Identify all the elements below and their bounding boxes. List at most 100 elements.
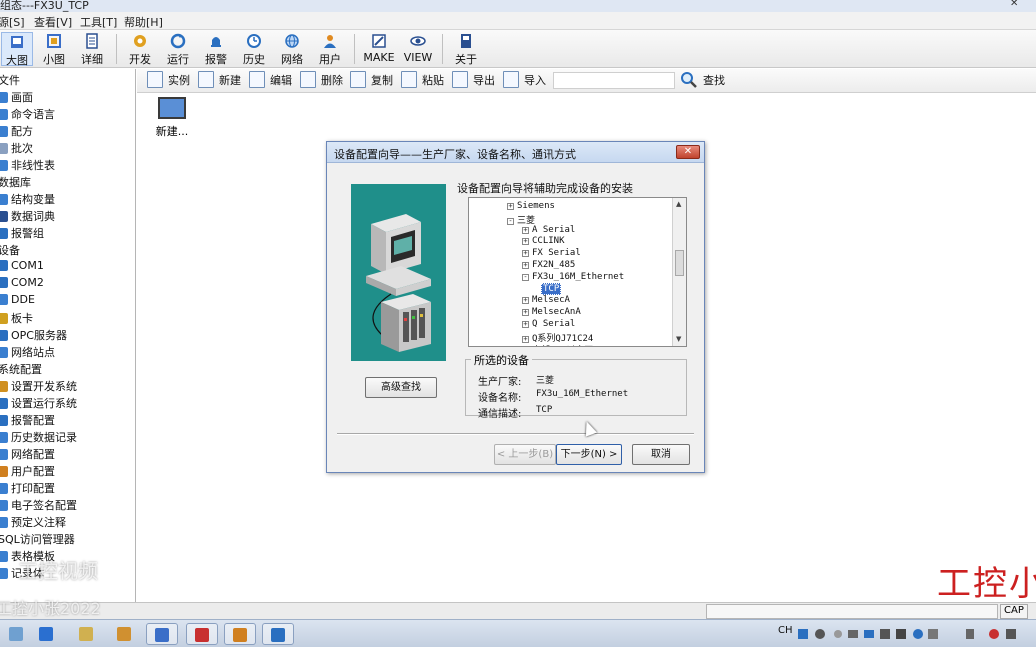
import-button[interactable]: 导入 [503,71,546,91]
scroll-up-arrow-icon[interactable]: ▲ [676,200,681,208]
device-tree-scrollbar[interactable]: ▲ ▼ [672,198,686,346]
tree-item[interactable]: 网络配置 [0,446,55,463]
device-tree-node[interactable]: + FX2N_485 [522,260,575,272]
taskbar-app-button[interactable] [224,623,256,645]
device-tree-node[interactable]: - 三菱 [507,213,535,226]
device-tree-node[interactable]: + Q系列QJ71C24 [522,331,593,344]
tree-item[interactable]: 配方 [0,123,33,140]
export-button[interactable]: 导出 [452,71,495,91]
toolbar-make-button[interactable]: MAKE [362,32,396,66]
expand-icon[interactable]: + [522,226,529,234]
tree-item[interactable]: COM2 [0,276,44,293]
tree-item[interactable]: 电子签名配置 [0,497,77,514]
device-tree-node[interactable]: + MelsecA [522,295,570,307]
device-tree-node[interactable]: + Q Serial [522,319,575,331]
menu-source[interactable]: 源[S] [0,14,25,30]
paste-button[interactable]: 粘贴 [401,71,444,91]
tree-item[interactable]: 板卡 [0,310,33,327]
delete-button[interactable]: 删除 [300,71,343,91]
taskbar-app-button[interactable] [30,623,62,645]
tree-item[interactable]: 用户配置 [0,463,55,480]
menu-help[interactable]: 帮助[H] [124,14,163,30]
tree-item[interactable]: 结构变量 [0,191,55,208]
expand-icon[interactable]: + [522,309,529,317]
expand-icon[interactable]: + [522,238,529,246]
toolbar-small-icons-button[interactable]: 小图 [38,32,70,66]
tree-item[interactable]: 报警组 [0,225,44,242]
toolbar-run-button[interactable]: 运行 [162,32,194,66]
tree-category[interactable]: 数据库 [0,174,31,191]
search-button[interactable]: 查找 [680,71,725,91]
scroll-down-arrow-icon[interactable]: ▼ [676,335,681,343]
tree-item[interactable]: COM1 [0,259,44,276]
device-tree-node[interactable]: - FX3u_16M_Ethernet [522,272,624,284]
next-step-button[interactable]: 下一步(N) > [556,444,622,465]
toolbar-develop-button[interactable]: 开发 [124,32,156,66]
import-arrow-icon [503,71,519,88]
copy-button[interactable]: 复制 [350,71,393,91]
toolbar-about-button[interactable]: 关于 [450,32,482,66]
toolbar-alarm-button[interactable]: 报警 [200,32,232,66]
scroll-thumb[interactable] [675,250,684,276]
tree-item[interactable]: 设置开发系统 [0,378,77,395]
taskbar-app-button[interactable] [262,623,294,645]
close-window-button[interactable]: ✕ [1010,0,1018,9]
prev-step-button[interactable]: < 上一步(B) [494,444,556,465]
edit-button[interactable]: 编辑 [249,71,292,91]
dialog-close-button[interactable]: ✕ [676,145,700,159]
tree-item[interactable]: 命令语言 [0,106,55,123]
device-tree-node[interactable]: + Siemens [507,201,555,213]
advanced-search-button[interactable]: 高级查找 [365,377,437,398]
toolbar-details-button[interactable]: 详细 [76,32,108,66]
new-button[interactable]: 新建 [198,71,241,91]
device-tree-node-selected[interactable]: TCP [541,282,562,296]
device-tree-node[interactable]: + CCLINK [522,236,565,248]
tree-item[interactable]: DDE [0,293,35,310]
tree-category[interactable]: 系统配置 [0,361,42,378]
device-tree-node[interactable]: +内部PLC以太网 [522,343,593,347]
toolbar-history-button[interactable]: 历史 [238,32,270,66]
search-input[interactable] [553,72,675,89]
instance-button[interactable]: 实例 [147,71,190,91]
expand-icon[interactable]: + [522,321,529,328]
tree-item-icon [0,449,8,460]
taskbar-app-button[interactable] [0,623,32,645]
device-tree-node[interactable]: + A Serial [522,225,575,237]
taskbar-app-button[interactable] [70,623,102,645]
sub-toolbar: 实例 新建 编辑 删除 复制 粘贴 导出 导入 查找 [137,69,1036,93]
taskbar-app-button[interactable] [146,623,178,645]
expand-icon[interactable]: + [522,250,529,258]
expand-icon[interactable]: + [522,262,529,269]
tree-item[interactable]: 报警配置 [0,412,55,429]
tree-item[interactable]: OPC服务器 [0,327,67,344]
tree-category[interactable]: SQL访问管理器 [0,531,75,548]
tree-item[interactable]: 网络站点 [0,344,55,361]
menu-tools[interactable]: 工具[T] [80,14,117,30]
taskbar-app-button[interactable] [186,623,218,645]
tree-item[interactable]: 画面 [0,89,33,106]
expand-icon[interactable]: + [522,297,529,305]
tree-item[interactable]: 历史数据记录 [0,429,77,446]
menu-view[interactable]: 查看[V] [34,14,72,30]
tree-category[interactable]: 设备 [0,242,20,259]
tree-item[interactable]: 批次 [0,140,33,157]
new-station-item[interactable]: 新建... [155,97,189,139]
tree-category[interactable]: 文件 [0,72,20,89]
taskbar-app-button[interactable] [108,623,140,645]
toolbar-view-button[interactable]: VIEW [401,32,435,66]
tree-item[interactable]: 打印配置 [0,480,55,497]
expand-icon[interactable]: + [507,203,514,210]
tree-item[interactable]: 预定义注释 [0,514,66,531]
collapse-icon[interactable]: - [507,217,514,225]
toolbar-large-icons-button[interactable]: 大图 [1,32,33,67]
tree-item[interactable]: 数据词典 [0,208,55,225]
tree-item[interactable]: 设置运行系统 [0,395,77,412]
device-tree-node[interactable]: + MelsecAnA [522,307,581,319]
input-language[interactable]: CH [778,625,793,636]
collapse-icon[interactable]: - [522,273,529,281]
tree-item[interactable]: 非线性表 [0,157,55,174]
cancel-button[interactable]: 取消 [632,444,690,465]
toolbar-user-button[interactable]: 用户 [314,32,346,66]
toolbar-network-button[interactable]: 网络 [276,32,308,66]
device-tree-node[interactable]: + FX Serial [522,248,581,260]
